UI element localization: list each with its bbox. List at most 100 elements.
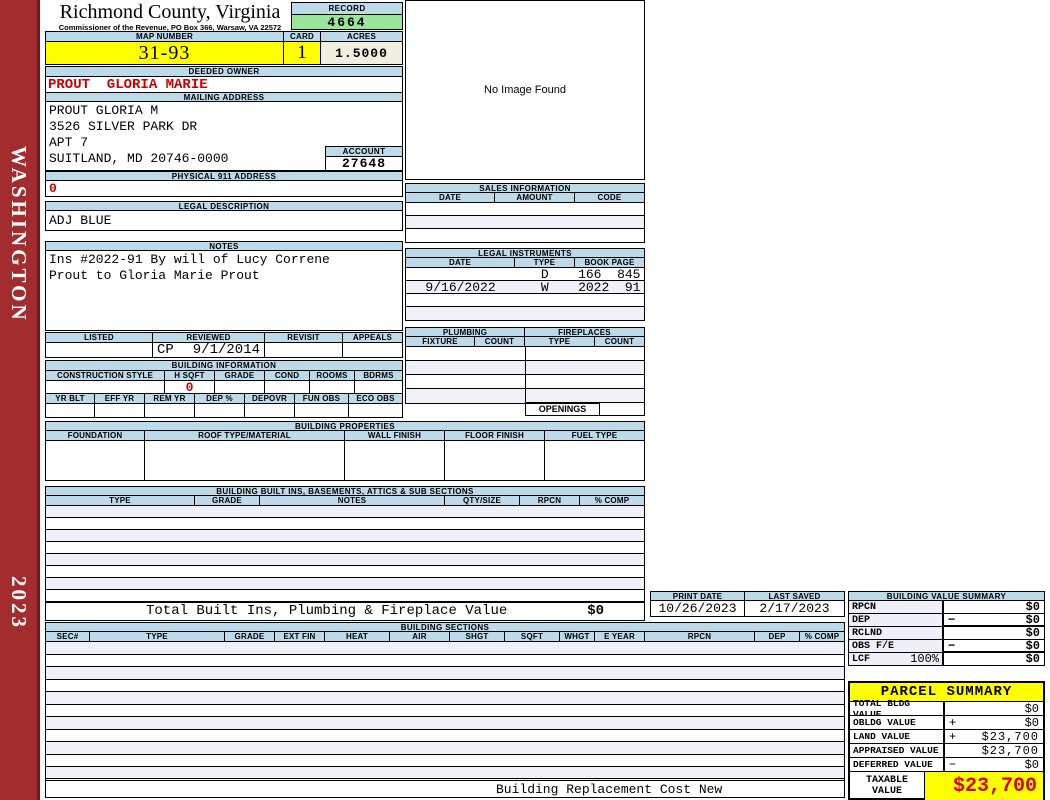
table-row — [406, 203, 644, 216]
reviewed-value: CP 9/1/2014 — [153, 342, 265, 358]
account-box: ACCOUNT 27648 — [325, 146, 403, 171]
ps-total-bldg-value: $0 — [1024, 701, 1039, 716]
building-properties-value-row — [45, 440, 645, 481]
review-value-row: CP 9/1/2014 — [45, 342, 403, 358]
grade-value — [215, 380, 265, 394]
taxable-value-label: TAXABLE VALUE — [850, 772, 925, 800]
parcel-summary: PARCEL SUMMARY TOTAL BLDG VALUE $0 OBLDG… — [848, 681, 1045, 800]
ps-deferred-value: $0 — [1024, 757, 1039, 772]
bvs-dep-label: DEP — [849, 614, 944, 626]
table-row: 9/16/2022 W 2022 91 — [406, 279, 644, 295]
bvs-lcf-pct: 100% — [910, 652, 939, 666]
table-row — [406, 375, 644, 389]
li-type: W — [540, 279, 549, 295]
li-bookpage: 166 845 — [578, 266, 641, 282]
map-value-row: 31-93 1 1.5000 — [45, 41, 403, 65]
ps-deferred-label: DEFERRED VALUE — [850, 758, 945, 771]
built-ins-rows — [45, 505, 645, 603]
table-row: DEFERRED VALUE − $0 — [850, 758, 1043, 772]
built-ins-total-row: Total Built Ins, Plumbing & Fireplace Va… — [45, 601, 645, 621]
taxable-value-amount: $23,700 — [925, 772, 1043, 800]
table-row — [46, 655, 844, 667]
bvs-lcf-value: $0 — [1025, 652, 1040, 666]
table-row: LCF 100% $0 — [848, 652, 1045, 666]
table-row — [46, 730, 844, 742]
ps-total-bldg-label: TOTAL BLDG VALUE — [850, 698, 945, 720]
sales-rows — [405, 202, 645, 243]
bvs-lcf-label: LCF 100% — [849, 652, 944, 666]
replacement-cost-label: Building Replacement Cost New — [496, 782, 723, 797]
table-row — [46, 717, 844, 730]
page-title: Richmond County, Virginia — [59, 1, 281, 23]
reviewed-by: CP — [157, 342, 174, 358]
dates-value-row: 10/26/2023 2/17/2023 — [650, 600, 845, 617]
li-date — [406, 268, 515, 280]
table-row — [46, 554, 644, 566]
building-info-value-row2 — [45, 403, 403, 418]
notes-line: Prout to Gloria Marie Prout — [49, 268, 260, 283]
mailing-line: PROUT GLORIA M — [49, 103, 159, 118]
header-block: Richmond County, Virginia Commissioner o… — [47, 1, 293, 32]
account-value: 27648 — [325, 156, 403, 171]
table-row — [406, 347, 644, 361]
building-info-value-row1: 0 — [45, 380, 403, 395]
bvs-obs-value: $0 — [1025, 638, 1040, 653]
last-saved-value: 2/17/2023 — [745, 600, 845, 617]
bvs-op: − — [948, 612, 956, 627]
table-row — [46, 680, 844, 692]
bdrms-value — [355, 380, 403, 394]
li-date: 9/16/2022 — [425, 279, 496, 295]
plumbing-fireplaces-rows — [405, 346, 645, 404]
ps-land-value: $23,700 — [981, 729, 1039, 744]
table-row — [46, 667, 844, 680]
table-row — [406, 229, 644, 242]
table-row — [46, 755, 844, 767]
map-number-value: 31-93 — [45, 41, 284, 65]
notes-block: Ins #2022-91 By will of Lucy Correne Pro… — [45, 250, 403, 331]
foundation-value — [45, 440, 145, 481]
physical-address-value: 0 — [45, 180, 403, 197]
legal-description-value: ADJ BLUE — [45, 210, 403, 231]
notes-line: Ins #2022-91 By will of Lucy Correne — [49, 252, 330, 267]
print-date-value: 10/26/2023 — [650, 600, 745, 617]
ps-op: − — [949, 757, 957, 772]
table-row — [46, 518, 644, 530]
openings-value — [600, 402, 645, 416]
table-row — [46, 506, 644, 518]
table-row — [46, 578, 644, 590]
table-row — [46, 642, 844, 655]
ps-op: + — [949, 715, 957, 730]
ps-obldg-value: $0 — [1024, 715, 1039, 730]
ps-appraised-value: $23,700 — [981, 743, 1039, 758]
building-value-summary-table: RPCN $0 DEP − $0 RCLND $0 OBS F/E − $0 LCF… — [848, 600, 1045, 666]
record-value: 4664 — [291, 15, 403, 30]
table-row — [46, 692, 844, 705]
li-bookpage: 2022 91 — [578, 279, 641, 295]
mailing-line: 3526 SILVER PARK DR — [49, 119, 198, 134]
card-value: 1 — [284, 41, 321, 65]
li-type: D — [540, 266, 549, 282]
wall-finish-value — [345, 440, 445, 481]
table-row — [406, 216, 644, 229]
bvs-rpcn-label: RPCN — [849, 601, 944, 613]
taxable-value-row: TAXABLE VALUE $23,700 — [850, 772, 1043, 800]
property-photo-placeholder: No Image Found — [405, 0, 645, 180]
table-row — [46, 530, 644, 542]
table-row — [46, 742, 844, 755]
building-sections-rows — [45, 641, 845, 781]
deeded-owner-value: PROUT GLORIA MARIE — [45, 76, 403, 93]
ps-obldg-label: OBLDG VALUE — [850, 716, 945, 729]
no-image-text: No Image Found — [484, 84, 566, 96]
table-row — [406, 361, 644, 375]
acres-value: 1.5000 — [321, 41, 403, 65]
openings-row: OPENINGS — [405, 402, 645, 416]
rooms-value — [310, 380, 355, 394]
table-row — [46, 566, 644, 578]
ps-op: + — [949, 729, 957, 744]
bvs-obs-label: OBS F/E — [849, 640, 944, 652]
ps-appraised-label: APPRAISED VALUE — [850, 744, 945, 757]
table-row: LAND VALUE + $23,700 — [850, 730, 1043, 744]
openings-label: OPENINGS — [525, 402, 600, 416]
spine-county-label: WASHINGTON — [7, 146, 31, 323]
building-sections-footer-row: Building Replacement Cost New — [45, 778, 845, 798]
